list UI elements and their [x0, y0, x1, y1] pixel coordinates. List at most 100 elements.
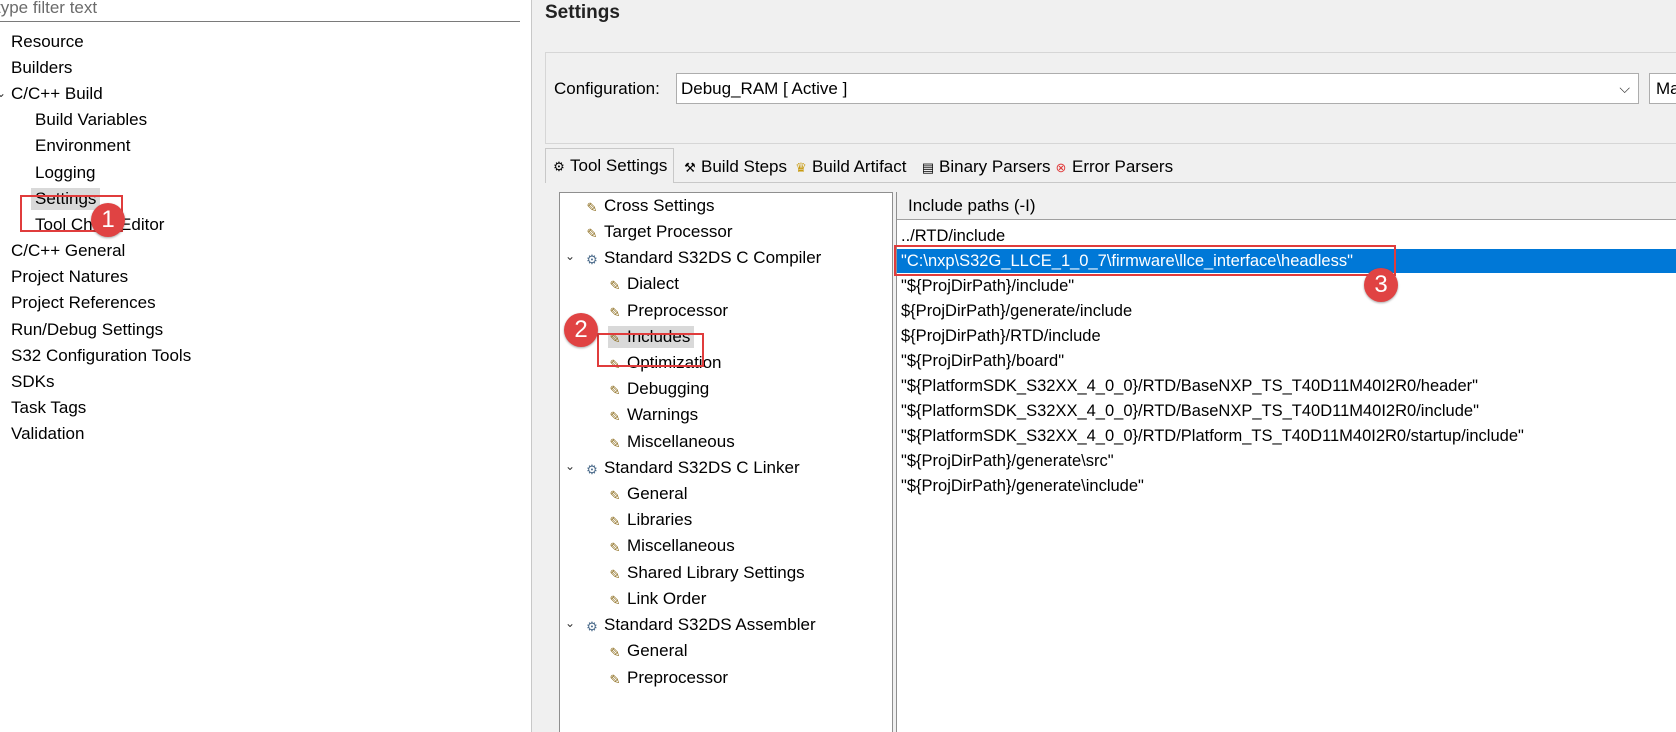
include-path-row[interactable]: "${ProjDirPath}/generate\src" — [897, 449, 1676, 473]
include-paths-header: Include paths (-I) — [897, 192, 1676, 220]
tree-item-label: Miscellaneous — [627, 432, 735, 451]
nav-item-s32-configuration-tools[interactable]: S32 Configuration Tools — [11, 345, 191, 367]
chevron-down-icon[interactable]: ⌄ — [565, 249, 575, 263]
tree-item-label: Standard S32DS C Compiler — [604, 248, 822, 267]
tree-item-label: Cross Settings — [604, 196, 715, 215]
include-path-row[interactable]: "${ProjDirPath}/board" — [897, 349, 1676, 373]
tree-item-c-compiler[interactable]: ⚙ Standard S32DS C Compiler — [585, 247, 821, 269]
tree-item-libraries[interactable]: ✎ Libraries — [608, 509, 693, 531]
tree-item-label: Preprocessor — [627, 668, 729, 687]
tab-label: Binary Parsers — [939, 157, 1051, 176]
binary-icon: ▤ — [921, 160, 935, 175]
settings-folder-icon: ✎ — [609, 514, 621, 529]
tab-tool-settings[interactable]: ⚙ Tool Settings — [545, 148, 674, 183]
tree-item-label: General — [627, 641, 688, 660]
tab-label: Error Parsers — [1072, 157, 1174, 176]
tree-item-label: Debugging — [627, 379, 710, 398]
include-path-row[interactable]: "${PlatformSDK_S32XX_4_0_0}/RTD/Platform… — [897, 424, 1676, 448]
gear-icon: ⚙ — [553, 159, 565, 174]
settings-folder-icon: ✎ — [609, 672, 621, 687]
settings-folder-icon: ✎ — [609, 540, 621, 555]
tab-error-parsers[interactable]: ⊗ Error Parsers — [1048, 152, 1179, 182]
tree-item-warnings[interactable]: ✎ Warnings — [608, 404, 699, 426]
tool-gear-icon: ⚙ — [586, 252, 598, 267]
nav-item-sdks[interactable]: SDKs — [11, 371, 54, 393]
nav-item-project-references[interactable]: Project References — [11, 292, 156, 314]
nav-item-builders[interactable]: Builders — [11, 57, 72, 79]
annotation-box-includes — [597, 333, 704, 367]
tree-item-link-order[interactable]: ✎ Link Order — [608, 588, 707, 610]
step-callout-3: 3 — [1364, 268, 1398, 302]
tree-item-linker-miscellaneous[interactable]: ✎ Miscellaneous — [608, 535, 735, 557]
chevron-down-icon[interactable]: ⌄ — [565, 616, 575, 630]
settings-pane: Settings Configuration: Debug_RAM [ Acti… — [532, 0, 1676, 732]
settings-folder-icon: ✎ — [609, 436, 621, 451]
chevron-down-icon[interactable]: ⌄ — [0, 86, 6, 100]
tree-item-label: Dialect — [627, 274, 679, 293]
tree-item-c-linker[interactable]: ⚙ Standard S32DS C Linker — [585, 457, 800, 479]
include-path-row[interactable]: ${ProjDirPath}/generate/include — [897, 299, 1676, 323]
page-title: Settings — [545, 2, 620, 23]
nav-item-task-tags[interactable]: Task Tags — [11, 397, 86, 419]
tree-item-miscellaneous[interactable]: ✎ Miscellaneous — [608, 431, 735, 453]
tree-item-assembler[interactable]: ⚙ Standard S32DS Assembler — [585, 614, 816, 636]
nav-item-project-natures[interactable]: Project Natures — [11, 266, 128, 288]
tree-item-label: Link Order — [627, 589, 707, 608]
tree-item-label: Shared Library Settings — [627, 563, 805, 582]
nav-item-cpp-general[interactable]: C/C++ General — [11, 240, 125, 262]
tree-item-assembler-preprocessor[interactable]: ✎ Preprocessor — [608, 667, 729, 689]
configuration-label: Configuration: — [554, 79, 660, 98]
tab-build-artifact[interactable]: ♛ Build Artifact — [788, 152, 913, 182]
nav-item-cpp-build[interactable]: C/C++ Build — [11, 83, 103, 105]
chevron-down-icon[interactable]: ⌵ — [1619, 74, 1630, 103]
nav-item-run-debug-settings[interactable]: Run/Debug Settings — [11, 319, 163, 341]
tree-item-label: Target Processor — [604, 222, 733, 241]
tree-item-preprocessor[interactable]: ✎ Preprocessor — [608, 300, 729, 322]
tab-binary-parsers[interactable]: ▤ Binary Parsers — [915, 152, 1056, 182]
include-path-row[interactable]: "${ProjDirPath}/generate\include" — [897, 474, 1676, 498]
settings-folder-icon: ✎ — [609, 567, 621, 582]
include-path-row[interactable]: "${PlatformSDK_S32XX_4_0_0}/RTD/BaseNXP_… — [897, 399, 1676, 423]
tool-gear-icon: ⚙ — [586, 462, 598, 477]
tree-item-label: Libraries — [627, 510, 693, 529]
tab-label: Build Steps — [701, 157, 787, 176]
include-path-row[interactable]: "${ProjDirPath}/include" — [897, 274, 1676, 298]
nav-item-resource[interactable]: Resource — [11, 31, 84, 53]
tree-item-linker-general[interactable]: ✎ General — [608, 483, 688, 505]
tool-settings-tree[interactable]: ✎ Cross Settings ✎ Target Processor ⌄ ⚙ Sta… — [559, 192, 893, 732]
settings-folder-icon: ✎ — [586, 200, 598, 215]
configuration-value: Debug_RAM [ Active ] — [681, 79, 848, 98]
hammer-icon: ⚒ — [684, 160, 696, 175]
manage-configurations-button[interactable]: Ma — [1649, 73, 1676, 104]
settings-folder-icon: ✎ — [609, 278, 621, 293]
tab-build-steps[interactable]: ⚒ Build Steps — [677, 152, 793, 182]
tree-item-dialect[interactable]: ✎ Dialect — [608, 273, 679, 295]
settings-folder-icon: ✎ — [609, 488, 621, 503]
settings-tab-bar: ⚙ Tool Settings ⚒ Build Steps ♛ Build Artif… — [545, 148, 1676, 183]
step-callout-1: 1 — [91, 203, 125, 237]
tree-item-shared-library-settings[interactable]: ✎ Shared Library Settings — [608, 562, 805, 584]
trophy-icon: ♛ — [795, 160, 807, 175]
nav-item-validation[interactable]: Validation — [11, 423, 84, 445]
nav-item-environment[interactable]: Environment — [35, 135, 130, 157]
tree-item-assembler-general[interactable]: ✎ General — [608, 640, 688, 662]
settings-folder-icon: ✎ — [609, 409, 621, 424]
include-path-row[interactable]: "${PlatformSDK_S32XX_4_0_0}/RTD/BaseNXP_… — [897, 374, 1676, 398]
tree-item-label: Miscellaneous — [627, 536, 735, 555]
include-path-row[interactable]: ${ProjDirPath}/RTD/include — [897, 324, 1676, 348]
error-icon: ⊗ — [1055, 160, 1067, 175]
tree-item-label: General — [627, 484, 688, 503]
settings-folder-icon: ✎ — [609, 645, 621, 660]
configuration-select[interactable]: Debug_RAM [ Active ] ⌵ — [676, 73, 1639, 104]
settings-folder-icon: ✎ — [586, 226, 598, 241]
nav-item-build-variables[interactable]: Build Variables — [35, 109, 147, 131]
tree-item-target-processor[interactable]: ✎ Target Processor — [585, 221, 733, 243]
step-callout-2: 2 — [564, 313, 598, 347]
filter-input[interactable] — [0, 0, 520, 22]
nav-item-logging[interactable]: Logging — [35, 162, 96, 184]
tree-item-label: Warnings — [627, 405, 699, 424]
chevron-down-icon[interactable]: ⌄ — [565, 459, 575, 473]
tree-item-label: Standard S32DS C Linker — [604, 458, 800, 477]
tree-item-cross-settings[interactable]: ✎ Cross Settings — [585, 195, 715, 217]
tree-item-debugging[interactable]: ✎ Debugging — [608, 378, 710, 400]
